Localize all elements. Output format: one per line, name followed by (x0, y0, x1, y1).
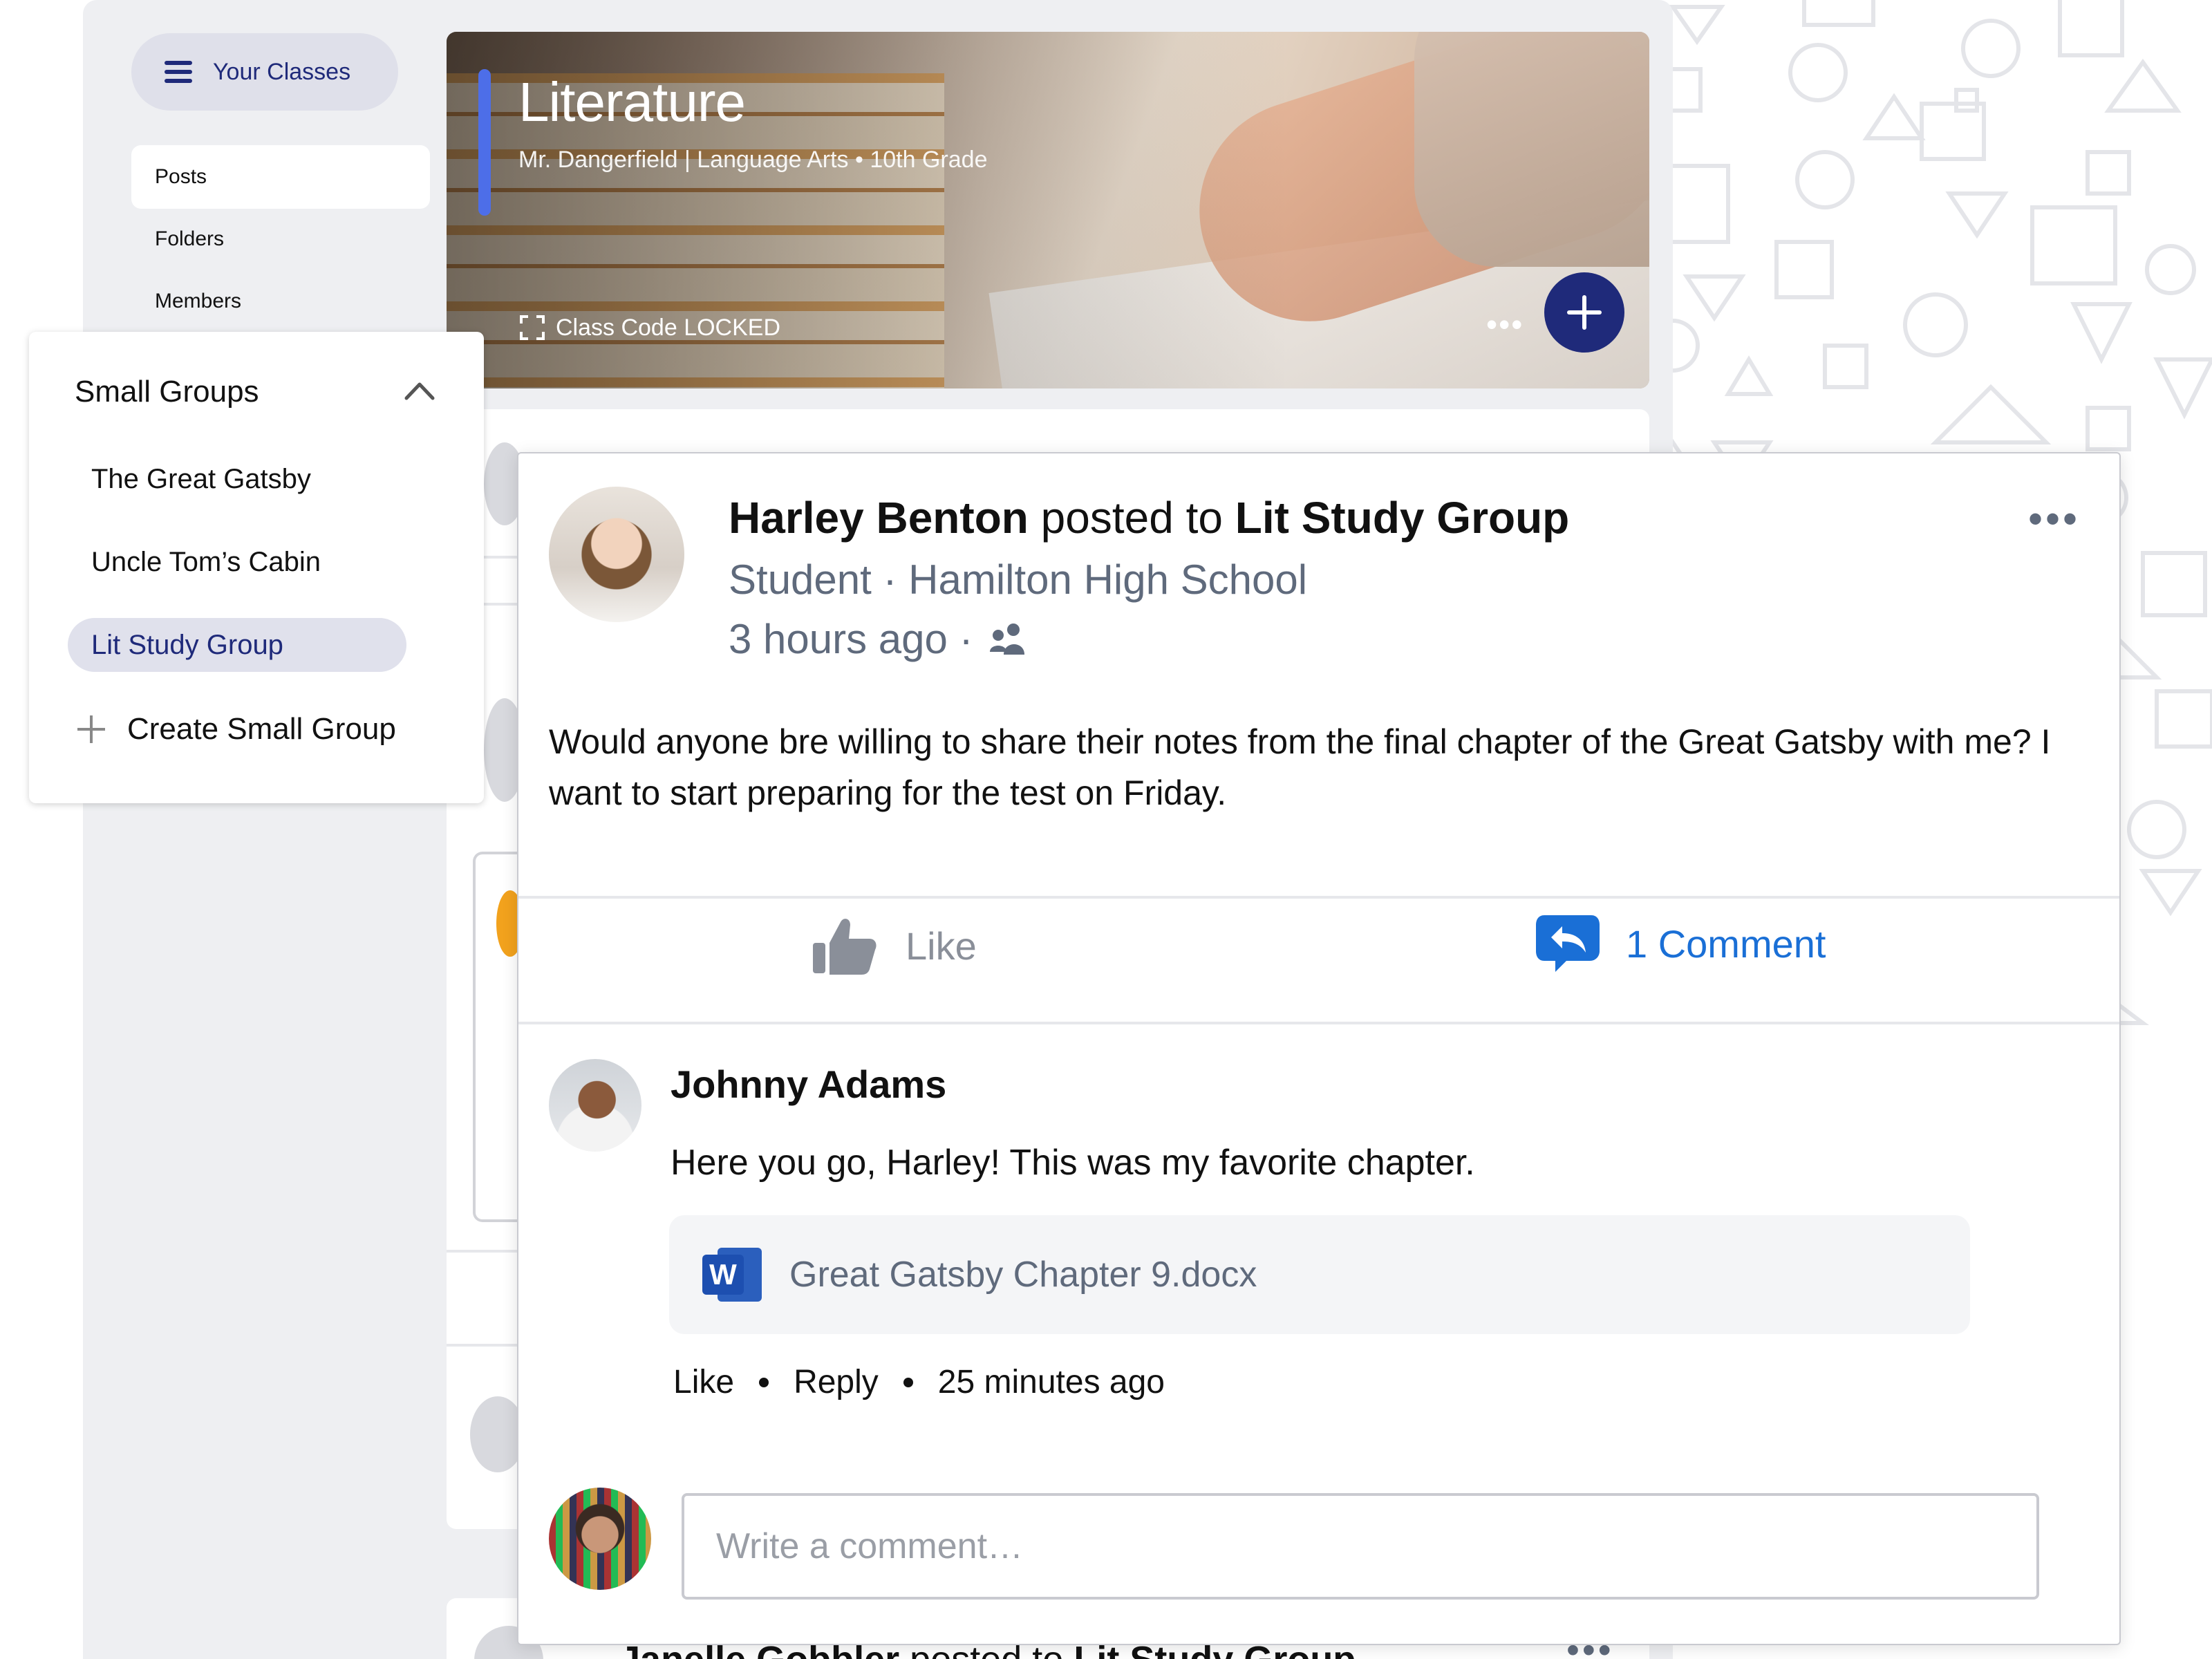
comment-count-label: 1 Comment (1626, 921, 1826, 966)
class-code-label: Class Code LOCKED (556, 314, 781, 341)
menu-icon (165, 61, 192, 83)
comment-text: Here you go, Harley! This was my favorit… (671, 1143, 1475, 1183)
attachment-name: Great Gatsby Chapter 9.docx (789, 1255, 1257, 1295)
author-role-school: Student · Hamilton High School (729, 556, 1308, 603)
small-group-label: The Great Gatsby (91, 463, 311, 494)
class-code-icon (518, 314, 546, 341)
post-time: 3 hours ago · (729, 616, 973, 662)
nav-item-label: Members (155, 290, 242, 312)
post-timestamp: 3 hours ago · (729, 615, 1026, 663)
comment-like-link[interactable]: Like (673, 1363, 734, 1401)
comment-count-button[interactable]: 1 Comment (1535, 912, 1826, 975)
separator-dot (903, 1377, 913, 1387)
attachment-file[interactable]: W Great Gatsby Chapter 9.docx (669, 1215, 1970, 1334)
your-classes-label: Your Classes (213, 58, 351, 85)
like-button[interactable]: Like (812, 915, 977, 976)
small-group-label: Lit Study Group (91, 629, 283, 660)
class-title: Literature (518, 71, 746, 133)
class-code[interactable]: Class Code LOCKED (518, 314, 780, 341)
posted-to-text: posted to (1040, 493, 1223, 543)
comment-author[interactable]: Johnny Adams (671, 1062, 946, 1107)
nav-item-posts[interactable]: Posts (131, 145, 430, 209)
nav-item-label: Posts (155, 165, 207, 188)
post-header: Harley Benton posted to Lit Study Group (729, 492, 1569, 543)
small-group-item-uncle-toms-cabin[interactable]: Uncle Tom’s Cabin (68, 535, 406, 589)
post-more-icon[interactable]: ••• (2028, 495, 2080, 543)
thumbs-up-icon (813, 919, 877, 975)
word-document-icon: W (702, 1248, 762, 1302)
group-visibility-icon (989, 623, 1024, 655)
nav-item-label: Folders (155, 227, 225, 250)
plus-icon (1567, 295, 1602, 330)
post-detail-card: Harley Benton posted to Lit Study Group … (517, 452, 2121, 1645)
small-group-item-great-gatsby[interactable]: The Great Gatsby (68, 452, 406, 506)
create-small-group-button[interactable]: Create Small Group (76, 705, 396, 753)
like-label: Like (906, 924, 977, 968)
small-group-label: Uncle Tom’s Cabin (91, 546, 321, 577)
banner-more-icon[interactable]: ••• (1486, 306, 1524, 343)
comment-input[interactable] (682, 1493, 2039, 1600)
comment-actions: Like Reply 25 minutes ago (673, 1363, 1165, 1401)
create-small-group-label: Create Small Group (127, 712, 396, 746)
nav-item-members[interactable]: Members (131, 270, 430, 333)
chevron-up-icon[interactable] (402, 376, 437, 404)
small-groups-title: Small Groups (75, 375, 259, 409)
post-group[interactable]: Lit Study Group (1235, 493, 1570, 543)
comment-reply-icon (1536, 915, 1600, 972)
current-user-avatar (549, 1488, 651, 1590)
commenter-avatar[interactable] (549, 1059, 641, 1152)
nav-item-folders[interactable]: Folders (131, 207, 430, 271)
divider (447, 1344, 523, 1347)
small-group-item-lit-study-group[interactable]: Lit Study Group (68, 618, 406, 672)
class-subtitle: Mr. Dangerfield | Language Arts • 10th G… (518, 147, 988, 173)
add-post-button[interactable] (1544, 272, 1624, 353)
comment-time: 25 minutes ago (937, 1364, 1165, 1400)
author-avatar[interactable] (549, 487, 684, 622)
banner-accent-bar (478, 69, 491, 216)
your-classes-button[interactable]: Your Classes (131, 33, 398, 111)
class-banner: Literature Mr. Dangerfield | Language Ar… (447, 32, 1649, 388)
post-body: Would anyone bre willing to share their … (549, 722, 2051, 812)
word-icon-letter: W (702, 1255, 744, 1295)
comment-reply-link[interactable]: Reply (794, 1363, 879, 1401)
separator-dot (759, 1377, 769, 1387)
small-groups-panel: Small Groups The Great Gatsby Uncle Tom’… (29, 332, 484, 803)
divider (518, 1022, 2119, 1024)
divider (518, 896, 2119, 899)
divider (447, 1250, 523, 1253)
post-author[interactable]: Harley Benton (729, 493, 1029, 543)
plus-icon (76, 714, 106, 744)
